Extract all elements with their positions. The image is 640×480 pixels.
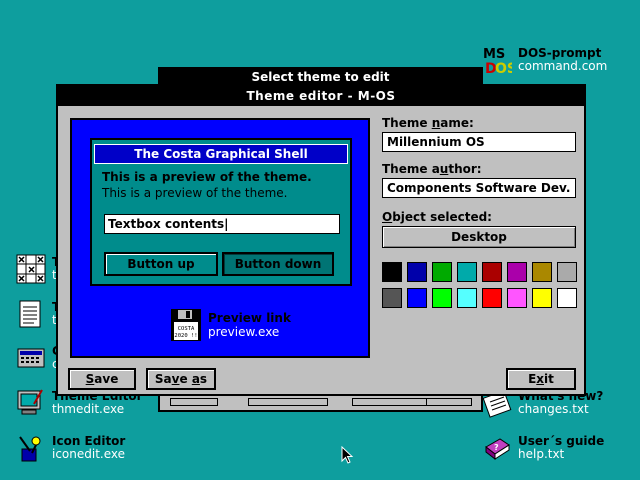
theme-name-field[interactable]: Millennium OS — [382, 132, 576, 152]
preview-button-up[interactable]: Button up — [104, 252, 218, 276]
color-swatch[interactable] — [382, 262, 402, 282]
preview-button-down[interactable]: Button down — [222, 252, 334, 276]
color-swatch[interactable] — [382, 288, 402, 308]
hidden-button[interactable] — [170, 398, 218, 406]
desktop-icon-users-guide[interactable]: ? User´s guide help.txt — [482, 433, 604, 463]
floppy-label: COSTA — [178, 326, 195, 332]
object-selected-dropdown[interactable]: Desktop — [382, 226, 576, 248]
preview-link-name: Preview link — [208, 311, 291, 325]
preview-textbox[interactable]: Textbox contents| — [104, 214, 340, 234]
color-swatch[interactable] — [482, 288, 502, 308]
color-swatch[interactable] — [557, 288, 577, 308]
svg-text:?: ? — [494, 443, 499, 452]
preview-text: This is a preview of the theme. — [102, 186, 288, 200]
color-swatch[interactable] — [507, 288, 527, 308]
hidden-button[interactable] — [248, 398, 328, 406]
calculator-icon — [16, 343, 46, 373]
window-title: Select theme to edit — [160, 69, 481, 85]
exit-button[interactable]: Exit — [506, 368, 576, 390]
hidden-button[interactable] — [352, 398, 432, 406]
preview-window-title: The Costa Graphical Shell — [94, 144, 348, 164]
save-button[interactable]: Save — [68, 368, 136, 390]
hidden-button[interactable] — [426, 398, 472, 406]
icon-filename: changes.txt — [518, 402, 589, 416]
color-swatch[interactable] — [507, 262, 527, 282]
theme-preview-area[interactable]: The Costa Graphical Shell This is a prev… — [70, 118, 370, 358]
preview-text-bold: This is a preview of the theme. — [102, 170, 312, 184]
theme-editor-window[interactable]: Theme editor - M-OS The Costa Graphical … — [56, 84, 586, 396]
grid-game-icon — [16, 254, 46, 284]
desktop-icon-document[interactable]: T t — [16, 299, 58, 329]
floppy-label: 2020 !! — [174, 333, 197, 339]
desktop-icon-icon-editor[interactable]: Icon Editor iconedit.exe — [16, 433, 125, 463]
color-swatch[interactable] — [557, 262, 577, 282]
icon-filename: iconedit.exe — [52, 447, 126, 461]
svg-text:OS: OS — [495, 61, 512, 75]
ms-dos-icon: MS D OS — [482, 45, 517, 77]
color-swatch[interactable] — [407, 288, 427, 308]
mouse-cursor-icon — [341, 446, 354, 464]
color-swatch[interactable] — [407, 262, 427, 282]
icon-filename: command.com — [518, 59, 608, 73]
desktop-icon-grid-game[interactable]: T t — [16, 254, 58, 284]
preview-window: The Costa Graphical Shell This is a prev… — [90, 138, 352, 286]
desktop-icon-dos-prompt[interactable]: MS D OS DOS-prompt command.com — [482, 45, 608, 78]
theme-author-label: Theme author: — [382, 162, 482, 176]
svg-text:MS: MS — [483, 47, 505, 62]
save-as-button[interactable]: Save as — [146, 368, 216, 390]
color-swatch[interactable] — [532, 262, 552, 282]
theme-author-field[interactable]: Components Software Dev. — [382, 178, 576, 198]
color-swatch[interactable] — [432, 288, 452, 308]
color-swatch[interactable] — [482, 262, 502, 282]
monitor-brush-icon — [16, 388, 46, 418]
paint-tools-icon — [16, 433, 46, 463]
preview-link-file: preview.exe — [208, 325, 280, 339]
desktop-icon-calculator[interactable]: C c — [16, 343, 58, 373]
theme-name-label: Theme name: — [382, 116, 474, 130]
color-swatch[interactable] — [457, 288, 477, 308]
document-icon — [16, 299, 46, 329]
color-swatch[interactable] — [532, 288, 552, 308]
preview-link[interactable]: COSTA 2020 !! Preview link preview.exe — [170, 308, 291, 342]
object-selected-label: Object selected: — [382, 210, 492, 224]
book-icon: ? — [482, 433, 512, 463]
icon-filename: thmedit.exe — [52, 402, 125, 416]
window-title: Theme editor - M-OS — [58, 86, 584, 106]
icon-filename: help.txt — [518, 447, 565, 461]
floppy-disk-icon: COSTA 2020 !! — [170, 308, 202, 342]
color-swatch[interactable] — [432, 262, 452, 282]
color-swatch[interactable] — [457, 262, 477, 282]
